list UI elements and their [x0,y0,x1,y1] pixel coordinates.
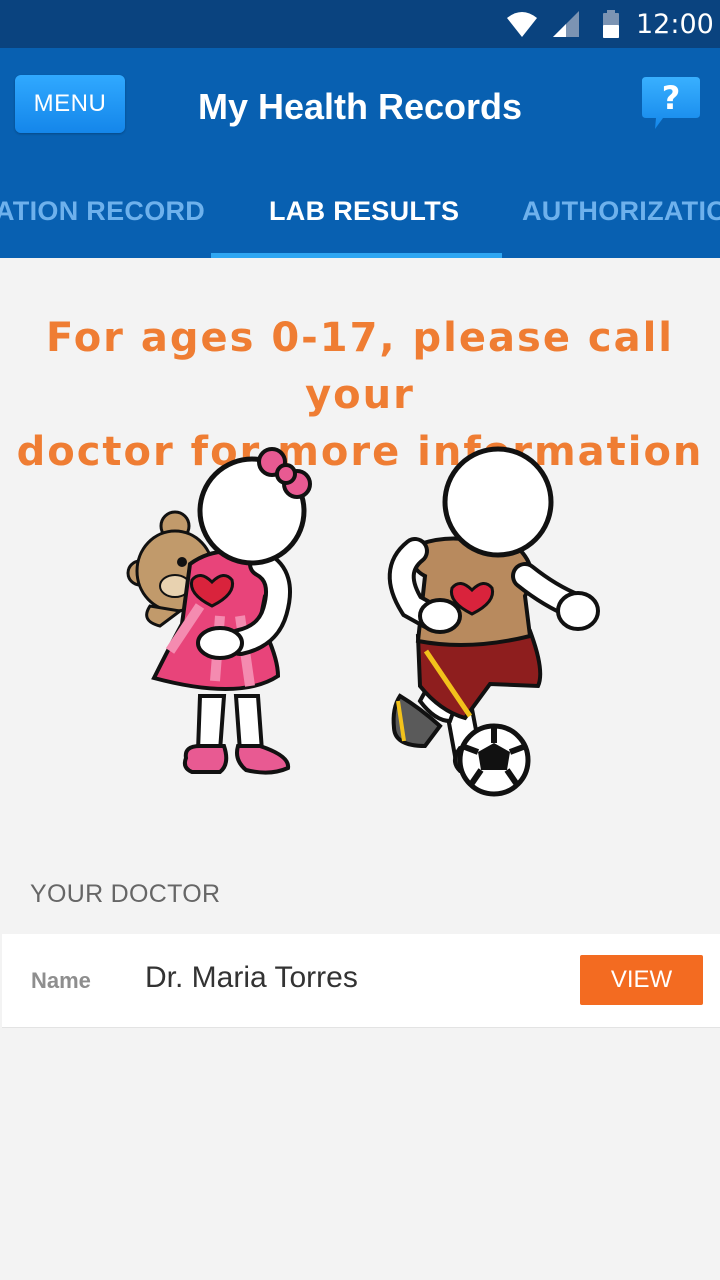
doctor-section-header: YOUR DOCTOR [0,854,720,932]
tab-lab-results[interactable]: LAB RESULTS [269,196,459,227]
age-notice-line1: For ages 0-17, please call your [46,315,674,418]
battery-icon [603,10,619,38]
status-bar: 12:00 [0,0,720,48]
doctor-name-label: Name [31,968,91,993]
app-bar: MENU My Health Records ? ATION RECORD LA… [0,48,720,258]
doctor-name-value: Dr. Maria Torres [145,961,358,994]
children-illustration [126,446,600,797]
girl-figure [126,447,312,775]
tab-authorizations[interactable]: AUTHORIZATIC [522,196,720,227]
help-label: ? [662,79,681,117]
doctor-row: Name Dr. Maria Torres VIEW [2,934,720,1028]
wifi-icon [507,12,537,37]
lab-results-content: For ages 0-17, please call your doctor f… [0,258,720,1280]
view-doctor-button[interactable]: VIEW [580,955,703,1005]
app-title: My Health Records [197,86,523,127]
help-icon: ? [642,77,700,129]
boy-figure [387,446,600,797]
help-button[interactable]: ? [641,76,701,142]
signal-icon [553,11,579,37]
doctor-section-title: YOUR DOCTOR [30,880,221,908]
status-time: 12:00 [636,9,714,40]
tab-immunization-record[interactable]: ATION RECORD [0,196,205,227]
